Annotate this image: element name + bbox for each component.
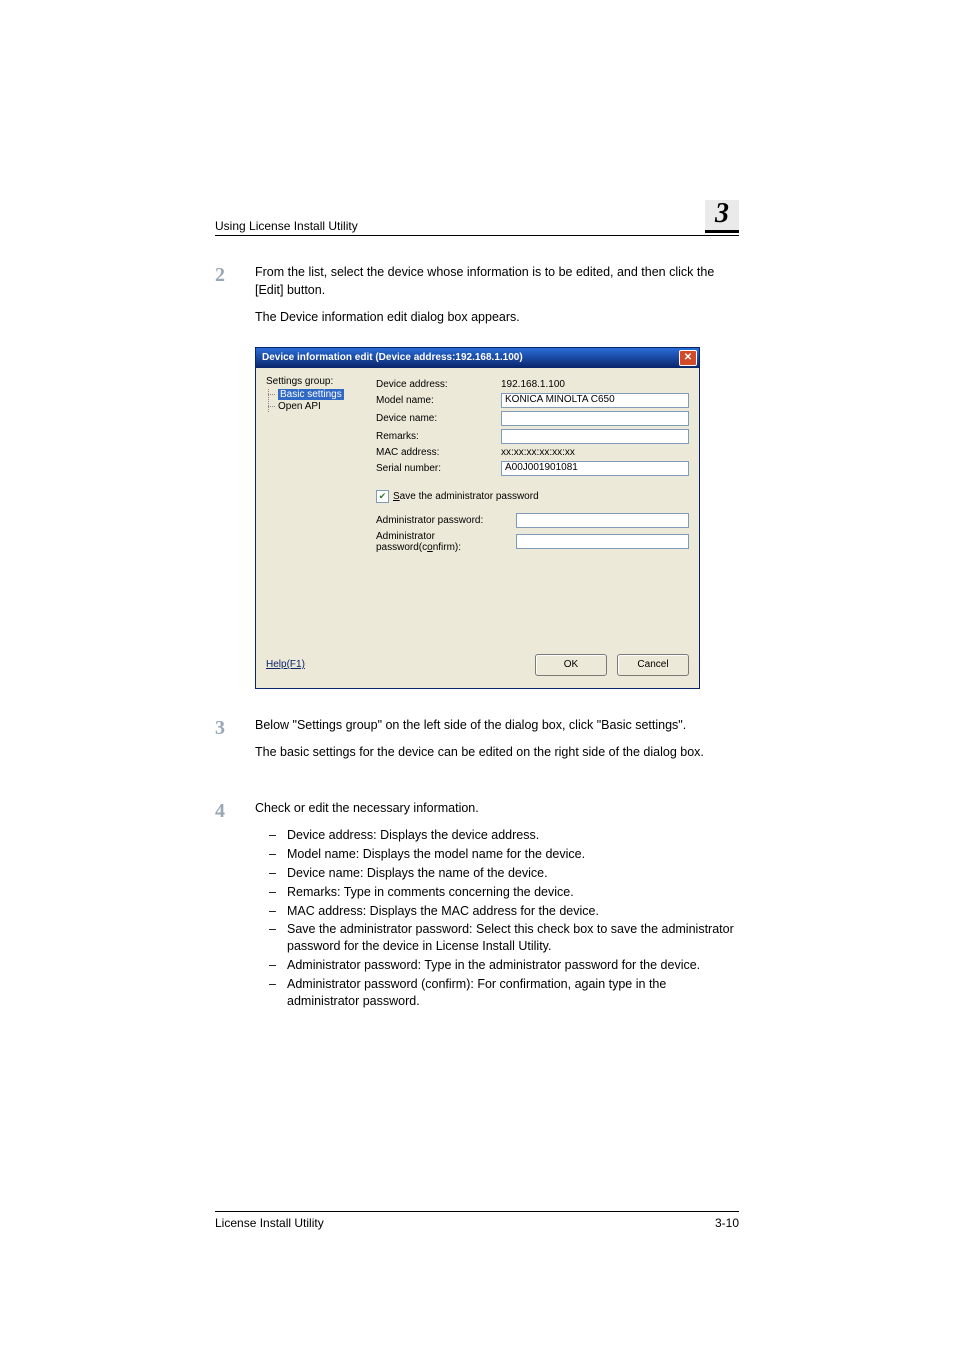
save-admin-password-checkbox[interactable]: ✔ Save the administrator password (376, 490, 689, 503)
step-3: 3 Below "Settings group" on the left sid… (215, 717, 739, 772)
step-body: Below "Settings group" on the left side … (255, 717, 739, 772)
dialog-title-bar: Device information edit (Device address:… (256, 348, 699, 368)
list-item: Device name: Displays the name of the de… (269, 865, 739, 882)
step-body: From the list, select the device whose i… (255, 264, 739, 337)
input-remarks[interactable] (501, 429, 689, 444)
list-item: Remarks: Type in comments concerning the… (269, 884, 739, 901)
section-title: Using License Install Utility (215, 219, 358, 233)
footer-title: License Install Utility (215, 1216, 324, 1230)
input-admin-password[interactable] (516, 513, 689, 528)
ok-button[interactable]: OK (535, 654, 607, 676)
list-item: Save the administrator password: Select … (269, 921, 739, 955)
list-item: Administrator password (confirm): For co… (269, 976, 739, 1010)
label-remarks: Remarks: (376, 431, 501, 442)
input-admin-password-confirm[interactable] (516, 534, 689, 549)
chapter-number: 3 (705, 200, 739, 233)
value-device-address: 192.168.1.100 (501, 379, 689, 390)
label-mac-address: MAC address: (376, 447, 501, 458)
label-serial-number: Serial number: (376, 463, 501, 474)
value-mac-address: xx:xx:xx:xx:xx:xx (501, 447, 689, 458)
step-2-text-2: The Device information edit dialog box a… (255, 309, 739, 327)
device-info-edit-dialog: Device information edit (Device address:… (255, 347, 700, 689)
list-item: Device address: Displays the device addr… (269, 827, 739, 844)
input-device-name[interactable] (501, 411, 689, 426)
settings-group-tree: Settings group: Basic settings Open API (266, 376, 376, 638)
step-2: 2 From the list, select the device whose… (215, 264, 739, 337)
footer-page-number: 3-10 (715, 1216, 739, 1230)
help-link[interactable]: Help(F1) (266, 659, 305, 670)
input-serial-number[interactable]: A00J001901081 (501, 461, 689, 476)
close-icon[interactable]: ✕ (679, 350, 697, 366)
tree-item-open-api[interactable]: Open API (266, 401, 376, 412)
step-4-text-1: Check or edit the necessary information. (255, 800, 739, 818)
settings-form: Device address: 192.168.1.100 Model name… (376, 376, 689, 638)
tree-heading: Settings group: (266, 376, 376, 387)
label-model-name: Model name: (376, 395, 501, 406)
label-device-name: Device name: (376, 413, 501, 424)
step-number: 4 (215, 800, 255, 821)
step-2-text-1: From the list, select the device whose i… (255, 264, 739, 299)
save-admin-password-label: Save the administrator password (393, 491, 539, 502)
page-footer: License Install Utility 3-10 (215, 1211, 739, 1230)
step-4-bullets: Device address: Displays the device addr… (269, 827, 739, 1010)
label-admin-password-confirm: Administrator password(confirm): (376, 531, 516, 553)
step-body: Check or edit the necessary information.… (255, 800, 739, 1012)
step-3-text-2: The basic settings for the device can be… (255, 744, 739, 762)
step-number: 2 (215, 264, 255, 285)
step-4: 4 Check or edit the necessary informatio… (215, 800, 739, 1012)
input-model-name[interactable]: KONICA MINOLTA C650 (501, 393, 689, 408)
list-item: Model name: Displays the model name for … (269, 846, 739, 863)
page-header: Using License Install Utility 3 (215, 200, 739, 236)
tree-item-basic-settings[interactable]: Basic settings (266, 389, 376, 400)
step-number: 3 (215, 717, 255, 738)
list-item: Administrator password: Type in the admi… (269, 957, 739, 974)
cancel-button[interactable]: Cancel (617, 654, 689, 676)
list-item: MAC address: Displays the MAC address fo… (269, 903, 739, 920)
label-admin-password: Administrator password: (376, 515, 516, 526)
step-3-text-1: Below "Settings group" on the left side … (255, 717, 739, 735)
label-device-address: Device address: (376, 379, 501, 390)
checkmark-icon: ✔ (376, 490, 389, 503)
dialog-title-text: Device information edit (Device address:… (262, 352, 523, 363)
